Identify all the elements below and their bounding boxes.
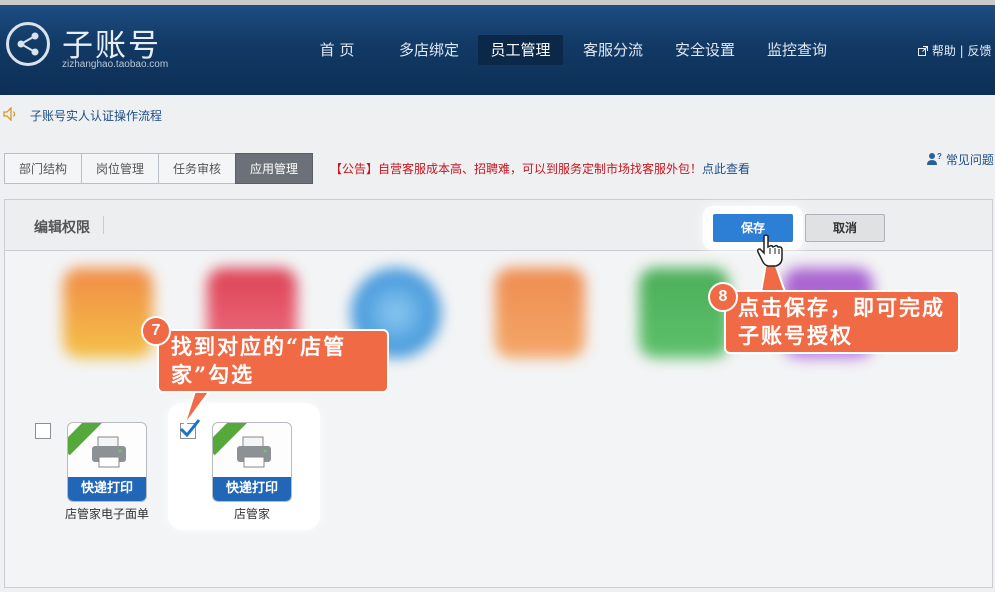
- blurred-app-icon: [639, 268, 729, 358]
- nav-home[interactable]: 首 页: [305, 35, 369, 65]
- callout-step-8: 点击保存，即可完成子账号授权: [724, 290, 960, 354]
- nav-service-routing[interactable]: 客服分流: [573, 35, 653, 65]
- permission-panel: 编辑权限 保存 取消: [4, 199, 993, 588]
- svg-text:?: ?: [937, 152, 942, 161]
- printer-icon: [90, 435, 128, 469]
- divider: [103, 216, 104, 234]
- app-name: 店管家: [233, 507, 270, 521]
- notice-link[interactable]: 子账号实人认证操作流程: [30, 107, 162, 124]
- nav-multi-store[interactable]: 多店绑定: [390, 35, 468, 65]
- blurred-app-icon: [495, 268, 585, 358]
- step-badge-8: 8: [708, 282, 738, 312]
- notice-bar: 子账号实人认证操作流程: [0, 100, 995, 130]
- announcement-prefix: 【公告】: [330, 162, 379, 176]
- app-icon-label: 快递打印: [68, 477, 146, 501]
- announcement-link[interactable]: 点此查看: [702, 162, 750, 176]
- hand-pointer-icon: [757, 234, 783, 267]
- help-feedback-links[interactable]: 帮助 | 反馈: [918, 42, 992, 59]
- panel-header: 编辑权限 保存 取消: [5, 200, 992, 251]
- app-header: 子账号 zizhanghao.taobao.com 首 页 多店绑定 员工管理 …: [0, 0, 995, 95]
- nav-staff-management[interactable]: 员工管理: [478, 35, 563, 65]
- help-feedback-label[interactable]: 帮助 | 反馈: [932, 44, 992, 58]
- tab-departments[interactable]: 部门结构: [4, 153, 82, 184]
- app-icon-express-print-selected[interactable]: 快递打印: [212, 422, 292, 502]
- app-icon-label: 快递打印: [213, 477, 291, 501]
- nav-monitoring[interactable]: 监控查询: [757, 35, 837, 65]
- browser-top-edge: [0, 0, 995, 5]
- sub-tabs: 部门结构 岗位管理 任务审核 应用管理: [4, 153, 314, 184]
- callout-text: 点击保存，即可完成子账号授权: [738, 295, 945, 348]
- announcement-text: 自营客服成本高、招聘难，可以到服务定制市场找客服外包！: [378, 162, 703, 176]
- blurred-app-icon: [63, 268, 153, 358]
- tab-positions[interactable]: 岗位管理: [81, 153, 159, 184]
- announcement: 【公告】自营客服成本高、招聘难，可以到服务定制市场找客服外包！点此查看: [330, 160, 750, 177]
- callout-text: 找到对应的“店管家”勾选: [171, 334, 347, 387]
- callout-pointer: [183, 388, 214, 427]
- user-question-icon: ?: [926, 152, 946, 167]
- external-link-icon: [918, 44, 932, 58]
- cancel-button[interactable]: 取消: [805, 214, 885, 242]
- faq-link[interactable]: ? 常见问题: [926, 151, 994, 168]
- tab-app-management[interactable]: 应用管理: [235, 153, 314, 184]
- speaker-icon: [3, 106, 19, 125]
- share-nodes-icon[interactable]: [6, 22, 50, 66]
- app-checkbox-unchecked[interactable]: [35, 423, 51, 439]
- app-name: 店管家电子面单: [64, 507, 149, 521]
- step-badge-7: 7: [141, 316, 171, 346]
- app-icon-express-print[interactable]: 快递打印: [67, 422, 147, 502]
- app-domain: zizhanghao.taobao.com: [62, 59, 169, 70]
- faq-label[interactable]: 常见问题: [946, 153, 994, 167]
- nav-security[interactable]: 安全设置: [665, 35, 745, 65]
- panel-title: 编辑权限: [34, 220, 90, 236]
- printer-icon: [235, 435, 273, 469]
- callout-step-7: 找到对应的“店管家”勾选: [157, 329, 389, 393]
- tab-task-review[interactable]: 任务审核: [158, 153, 236, 184]
